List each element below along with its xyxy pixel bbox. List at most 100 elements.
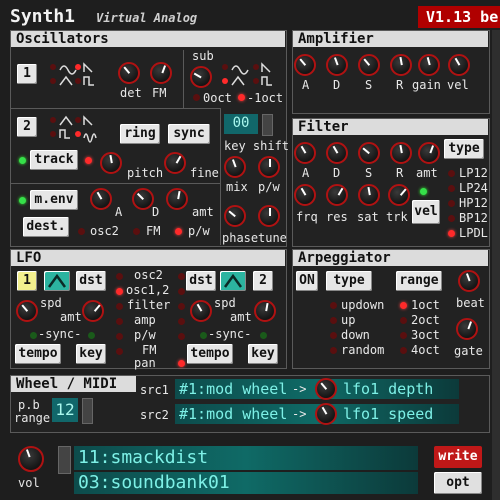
- arp-range-led-3[interactable]: [400, 347, 407, 354]
- key-shift-stepper[interactable]: [262, 114, 273, 136]
- osc2-button[interactable]: 2: [17, 117, 37, 137]
- ring-button[interactable]: ring: [120, 124, 160, 144]
- dest-fm-led[interactable]: [133, 228, 140, 235]
- volume-knob[interactable]: [18, 446, 44, 472]
- sub-minus1oct-led[interactable]: [238, 94, 245, 101]
- filter-sat-knob[interactable]: [358, 184, 380, 206]
- arp-type-button[interactable]: type: [326, 271, 372, 291]
- filter-amt-knob[interactable]: [418, 142, 440, 164]
- fm-knob[interactable]: [150, 62, 172, 84]
- lfo1-dst-button[interactable]: dst: [76, 271, 106, 291]
- filter-type-led-0[interactable]: [448, 170, 455, 177]
- fine-knob[interactable]: [164, 152, 186, 174]
- arp-type-led-1[interactable]: [330, 317, 337, 324]
- lfo-dst-led-l-1[interactable]: [116, 288, 123, 295]
- arp-range-led-1[interactable]: [400, 317, 407, 324]
- lfo1-key-button[interactable]: key: [76, 344, 106, 364]
- filter-type-led-1[interactable]: [448, 185, 455, 192]
- patch-stepper[interactable]: [58, 446, 71, 474]
- dest-osc2-led[interactable]: [78, 228, 85, 235]
- pb-range-display[interactable]: 12: [52, 398, 78, 422]
- lfo1-sync-led-b[interactable]: [88, 332, 95, 339]
- bank-display[interactable]: 03:soundbank01: [74, 472, 418, 494]
- dest-pw-led[interactable]: [175, 228, 182, 235]
- det-knob[interactable]: [118, 62, 140, 84]
- dest-button[interactable]: dest.: [23, 217, 69, 237]
- lfo1-wave-button[interactable]: [44, 271, 70, 291]
- sub-waveform-selector[interactable]: [220, 60, 284, 90]
- lfo1-spd-knob[interactable]: [16, 300, 38, 322]
- phase-knob[interactable]: [224, 205, 246, 227]
- amp-gain-knob[interactable]: [418, 54, 440, 76]
- amp-s-knob[interactable]: [358, 54, 380, 76]
- lfo1-button[interactable]: 1: [17, 271, 37, 291]
- opt-button[interactable]: opt: [434, 472, 482, 494]
- arp-type-led-2[interactable]: [330, 332, 337, 339]
- pw-knob[interactable]: [258, 156, 280, 178]
- lfo1-amt-knob[interactable]: [82, 300, 104, 322]
- filter-r-knob[interactable]: [390, 142, 412, 164]
- patch-display[interactable]: 11:smackdist: [74, 446, 418, 470]
- lfo-dst-led-l-5[interactable]: [116, 348, 123, 355]
- amp-vel-knob[interactable]: [448, 54, 470, 76]
- lfo2-tempo-button[interactable]: tempo: [187, 344, 233, 364]
- filter-type-led-4[interactable]: [448, 230, 455, 237]
- lfo-dst-led-r-3[interactable]: [178, 318, 185, 325]
- arp-range-led-0[interactable]: [400, 302, 407, 309]
- src1-amount-knob[interactable]: [315, 378, 337, 400]
- filter-vel-led[interactable]: [420, 188, 427, 195]
- lfo1-tempo-button[interactable]: tempo: [15, 344, 61, 364]
- arp-range-led-2[interactable]: [400, 332, 407, 339]
- amp-r-knob[interactable]: [390, 54, 412, 76]
- sub-0oct-led[interactable]: [193, 94, 200, 101]
- menv-led[interactable]: [19, 197, 26, 204]
- sub-knob[interactable]: [190, 66, 212, 88]
- arp-gate-knob[interactable]: [456, 318, 478, 340]
- arp-range-button[interactable]: range: [396, 271, 442, 291]
- amp-d-knob[interactable]: [326, 54, 348, 76]
- lfo-dst-led-r-5[interactable]: [178, 360, 185, 367]
- filter-s-knob[interactable]: [358, 142, 380, 164]
- arp-type-led-0[interactable]: [330, 302, 337, 309]
- amp-a-knob[interactable]: [294, 54, 316, 76]
- filter-type-led-2[interactable]: [448, 200, 455, 207]
- key-shift-display[interactable]: 00: [224, 114, 258, 134]
- lfo-dst-led-l-4[interactable]: [116, 333, 123, 340]
- filter-a-knob[interactable]: [294, 142, 316, 164]
- track-button[interactable]: track: [30, 150, 78, 170]
- src2-amount-knob[interactable]: [315, 403, 337, 425]
- pb-range-stepper[interactable]: [82, 398, 93, 424]
- menv-d-knob[interactable]: [132, 188, 154, 210]
- menv-a-knob[interactable]: [90, 188, 112, 210]
- mix-knob[interactable]: [224, 156, 246, 178]
- lfo-dst-led-r-1[interactable]: [178, 288, 185, 295]
- lfo-dst-led-r-2[interactable]: [178, 303, 185, 310]
- lfo2-button[interactable]: 2: [253, 271, 273, 291]
- lfo-dst-led-l-2[interactable]: [116, 303, 123, 310]
- filter-frq-knob[interactable]: [294, 184, 316, 206]
- sync-button[interactable]: sync: [168, 124, 210, 144]
- arp-type-led-3[interactable]: [330, 347, 337, 354]
- filter-d-knob[interactable]: [326, 142, 348, 164]
- lfo2-spd-knob[interactable]: [190, 300, 212, 322]
- filter-trk-knob[interactable]: [388, 184, 410, 206]
- osc1-waveform-selector[interactable]: [48, 60, 98, 90]
- osc2-waveform-selector[interactable]: [48, 113, 108, 143]
- tune-knob[interactable]: [258, 205, 280, 227]
- filter-type-button[interactable]: type: [444, 139, 484, 159]
- menv-button[interactable]: m.env: [30, 190, 78, 210]
- osc1-button[interactable]: 1: [17, 64, 37, 84]
- lfo2-key-button[interactable]: key: [248, 344, 278, 364]
- lfo2-dst-button[interactable]: dst: [186, 271, 216, 291]
- lfo-dst-led-r-4[interactable]: [178, 333, 185, 340]
- write-button[interactable]: write: [434, 446, 482, 468]
- osc2-pitch-led[interactable]: [85, 157, 92, 164]
- lfo2-sync-led-b[interactable]: [260, 332, 267, 339]
- filter-type-led-3[interactable]: [448, 215, 455, 222]
- lfo-dst-led-l-3[interactable]: [116, 318, 123, 325]
- track-led[interactable]: [19, 157, 26, 164]
- lfo2-amt-knob[interactable]: [254, 300, 276, 322]
- lfo1-sync-led-a[interactable]: [30, 332, 37, 339]
- menv-amt-knob[interactable]: [166, 188, 188, 210]
- arp-on-button[interactable]: ON: [296, 271, 318, 291]
